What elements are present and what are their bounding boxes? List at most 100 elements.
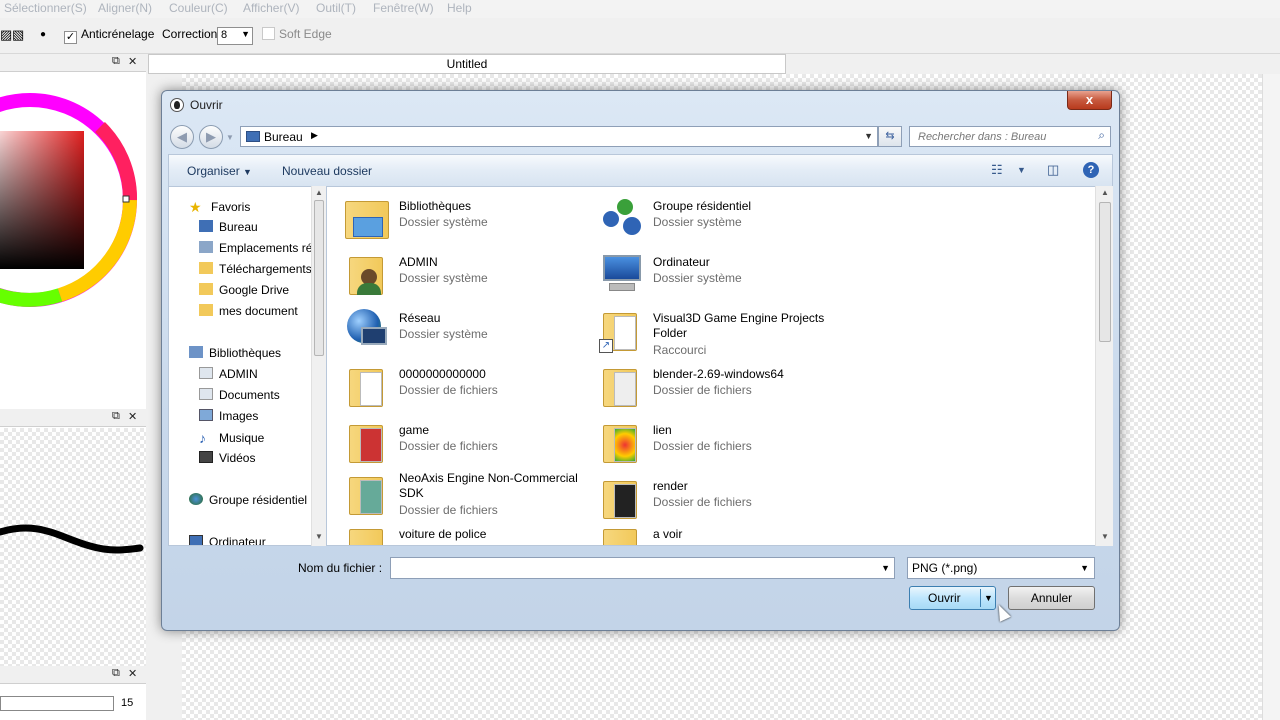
chevron-down-icon[interactable]: ▼ (1017, 165, 1026, 175)
history-dropdown-icon[interactable]: ▼ (226, 133, 234, 142)
menu-help[interactable]: Help (447, 1, 472, 15)
address-bar[interactable]: Bureau ▶ ▼ (240, 126, 878, 147)
file-list-scrollbar[interactable]: ▲ ▼ (1095, 186, 1113, 546)
chevron-down-icon[interactable]: ▼ (984, 587, 993, 609)
scroll-down-icon[interactable]: ▼ (1101, 532, 1109, 541)
file-item[interactable]: 0000000000000 Dossier de fichiers (345, 363, 585, 413)
close-icon[interactable]: ✕ (128, 55, 137, 68)
nav-libraries[interactable]: Bibliothèques (189, 346, 281, 360)
file-item[interactable]: Bibliothèques Dossier système (345, 195, 585, 245)
nav-computer[interactable]: Ordinateur (189, 535, 266, 545)
file-item[interactable]: NeoAxis Engine Non-Commercial SDK Dossie… (345, 467, 585, 517)
nav-item-music[interactable]: ♪ Musique (199, 430, 264, 446)
navigation-scrollbar[interactable]: ▲ ▼ (311, 186, 326, 546)
forward-button[interactable]: ▶ (199, 125, 223, 149)
file-type: Raccourci (653, 343, 707, 357)
nav-item-videos[interactable]: Vidéos (199, 451, 255, 465)
nav-item-downloads[interactable]: Téléchargements (199, 262, 312, 276)
search-icon[interactable]: ⌕ (1098, 128, 1105, 143)
help-icon[interactable]: ? (1083, 162, 1099, 178)
filename-input[interactable]: ▼ (390, 557, 895, 579)
file-item[interactable]: Réseau Dossier système (345, 307, 585, 357)
file-item[interactable]: ADMIN Dossier système (345, 251, 585, 301)
breadcrumb-desktop[interactable]: Bureau (264, 130, 303, 144)
scroll-down-icon[interactable]: ▼ (315, 532, 323, 541)
nav-item-documents[interactable]: Documents (199, 388, 280, 402)
soft-edge-checkbox[interactable]: Soft Edge (262, 27, 332, 41)
scrollbar-thumb[interactable] (314, 200, 324, 356)
file-item[interactable]: game Dossier de fichiers (345, 419, 585, 469)
chevron-down-icon[interactable]: ▼ (881, 563, 890, 573)
folder-icon (345, 523, 391, 545)
libraries-icon (189, 346, 203, 358)
cancel-button[interactable]: Annuler (1008, 586, 1095, 610)
menu-tool[interactable]: Outil(T) (316, 1, 356, 15)
close-button[interactable]: x (1067, 91, 1112, 110)
checkbox-checked-icon[interactable]: ✓ (64, 31, 77, 44)
file-type: Dossier système (399, 215, 488, 229)
brush-pattern-icon[interactable]: ▧ (12, 27, 24, 43)
file-item[interactable]: voiture de police (345, 523, 585, 545)
scrollbar-thumb[interactable] (1099, 202, 1111, 342)
menu-view[interactable]: Afficher(V) (243, 1, 299, 15)
open-button[interactable]: Ouvrir ▼ (909, 586, 996, 610)
file-item[interactable]: blender-2.69-windows64 Dossier de fichie… (599, 363, 839, 413)
search-input[interactable]: Rechercher dans : Bureau ⌕ (909, 126, 1111, 147)
refresh-button[interactable]: ⇆ (878, 126, 902, 147)
nav-homegroup[interactable]: Groupe résidentiel (189, 493, 307, 507)
organize-button[interactable]: Organiser ▼ (187, 164, 252, 178)
breadcrumb-arrow-icon[interactable]: ▶ (311, 130, 318, 141)
close-icon[interactable]: ✕ (128, 667, 137, 680)
file-item[interactable]: Ordinateur Dossier système (599, 251, 839, 301)
nav-item-recent-places[interactable]: Emplacements ré (199, 241, 312, 255)
search-placeholder: Rechercher dans : Bureau (918, 131, 1047, 143)
scroll-up-icon[interactable]: ▲ (315, 188, 323, 197)
nav-item-google-drive[interactable]: Google Drive (199, 283, 289, 297)
document-tab[interactable]: Untitled (148, 54, 786, 74)
correction-select[interactable]: 8 ▼ (217, 27, 253, 45)
menu-select[interactable]: Sélectionner(S) (4, 1, 87, 15)
hatch-icon[interactable]: ▨ (0, 27, 12, 43)
file-item[interactable]: Groupe résidentiel Dossier système (599, 195, 839, 245)
restore-icon[interactable]: ⧉ (112, 410, 120, 423)
tool-options-bar: ▨ ▧ ● ✓ Anticrénelage Correction 8 ▼ Soft… (0, 18, 1280, 54)
file-item[interactable]: render Dossier de fichiers (599, 475, 839, 525)
correction-label: Correction (162, 27, 218, 41)
restore-icon[interactable]: ⧉ (112, 667, 120, 680)
chevron-down-icon: ▼ (1080, 563, 1089, 573)
nav-item-images[interactable]: Images (199, 409, 258, 423)
antialias-checkbox[interactable]: ✓ Anticrénelage (64, 27, 154, 44)
folder-icon (199, 304, 213, 316)
canvas-vertical-scrollbar[interactable] (1262, 74, 1280, 720)
filename-label: Nom du fichier : (298, 561, 383, 575)
refresh-icon: ⇆ (885, 130, 895, 142)
color-wheel[interactable] (0, 72, 146, 409)
preview-pane-icon[interactable]: ◫ (1047, 162, 1059, 178)
file-type-select[interactable]: PNG (*.png) ▼ (907, 557, 1095, 579)
brush-preview (0, 428, 146, 666)
file-type: Dossier système (399, 327, 488, 341)
file-type: Dossier de fichiers (653, 383, 752, 397)
size-slider[interactable] (0, 696, 114, 711)
checkbox-icon[interactable] (262, 27, 275, 40)
menu-window[interactable]: Fenêtre(W) (373, 1, 434, 15)
menu-color[interactable]: Couleur(C) (169, 1, 228, 15)
dot-icon[interactable]: ● (40, 29, 46, 40)
nav-item-admin[interactable]: ADMIN (199, 367, 258, 381)
restore-icon[interactable]: ⧉ (112, 55, 120, 68)
recent-places-icon (199, 241, 213, 253)
view-options-icon[interactable]: ☷ (991, 162, 1003, 178)
scroll-up-icon[interactable]: ▲ (1101, 188, 1109, 197)
file-type: Dossier de fichiers (653, 439, 752, 453)
menu-align[interactable]: Aligner(N) (98, 1, 152, 15)
new-folder-button[interactable]: Nouveau dossier (282, 164, 372, 178)
file-item[interactable]: lien Dossier de fichiers (599, 419, 839, 469)
chevron-down-icon[interactable]: ▼ (864, 131, 873, 141)
back-button[interactable]: ◀ (170, 125, 194, 149)
nav-item-desktop[interactable]: Bureau (199, 220, 258, 234)
nav-item-my-documents[interactable]: mes document (199, 304, 298, 318)
close-icon[interactable]: ✕ (128, 410, 137, 423)
nav-favorites[interactable]: ★ Favoris (189, 199, 250, 215)
file-item[interactable]: a voir (599, 523, 839, 545)
file-item[interactable]: ↗ Visual3D Game Engine Projects Folder R… (599, 307, 839, 357)
